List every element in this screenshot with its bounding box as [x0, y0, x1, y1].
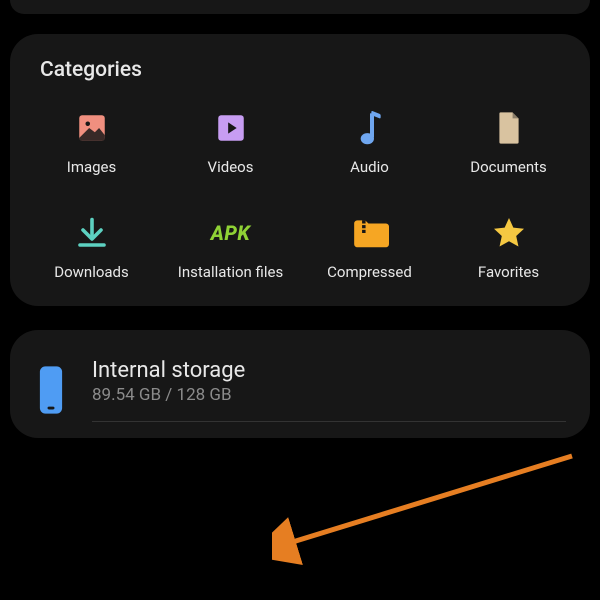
- category-label: Documents: [470, 158, 547, 177]
- category-label: Videos: [208, 158, 254, 177]
- category-label: Audio: [350, 158, 389, 177]
- internal-storage-card[interactable]: Internal storage 89.54 GB / 128 GB: [10, 330, 590, 438]
- category-downloads[interactable]: Downloads: [22, 213, 161, 282]
- apk-icon: APK: [211, 213, 251, 253]
- storage-info: Internal storage 89.54 GB / 128 GB: [92, 358, 566, 422]
- device-icon: [34, 365, 68, 415]
- category-label: Images: [67, 158, 117, 177]
- compressed-icon: [350, 213, 390, 253]
- category-label: Installation files: [178, 263, 283, 282]
- category-videos[interactable]: Videos: [161, 108, 300, 177]
- storage-title: Internal storage: [92, 358, 566, 383]
- categories-title: Categories: [22, 58, 578, 82]
- categories-card: Categories Images Videos: [10, 34, 590, 306]
- category-installation-files[interactable]: APK Installation files: [161, 213, 300, 282]
- videos-icon: [211, 108, 251, 148]
- category-documents[interactable]: Documents: [439, 108, 578, 177]
- audio-icon: [350, 108, 390, 148]
- category-label: Downloads: [54, 263, 129, 282]
- category-compressed[interactable]: Compressed: [300, 213, 439, 282]
- images-icon: [72, 108, 112, 148]
- category-label: Favorites: [478, 263, 539, 282]
- category-favorites[interactable]: Favorites: [439, 213, 578, 282]
- category-label: Compressed: [327, 263, 412, 282]
- downloads-icon: [72, 213, 112, 253]
- favorites-icon: [489, 213, 529, 253]
- annotation-arrow: [272, 446, 582, 566]
- category-audio[interactable]: Audio: [300, 108, 439, 177]
- category-images[interactable]: Images: [22, 108, 161, 177]
- documents-icon: [489, 108, 529, 148]
- previous-card-edge: [10, 0, 590, 14]
- storage-usage: 89.54 GB / 128 GB: [92, 385, 566, 405]
- categories-grid: Images Videos Audio: [22, 108, 578, 282]
